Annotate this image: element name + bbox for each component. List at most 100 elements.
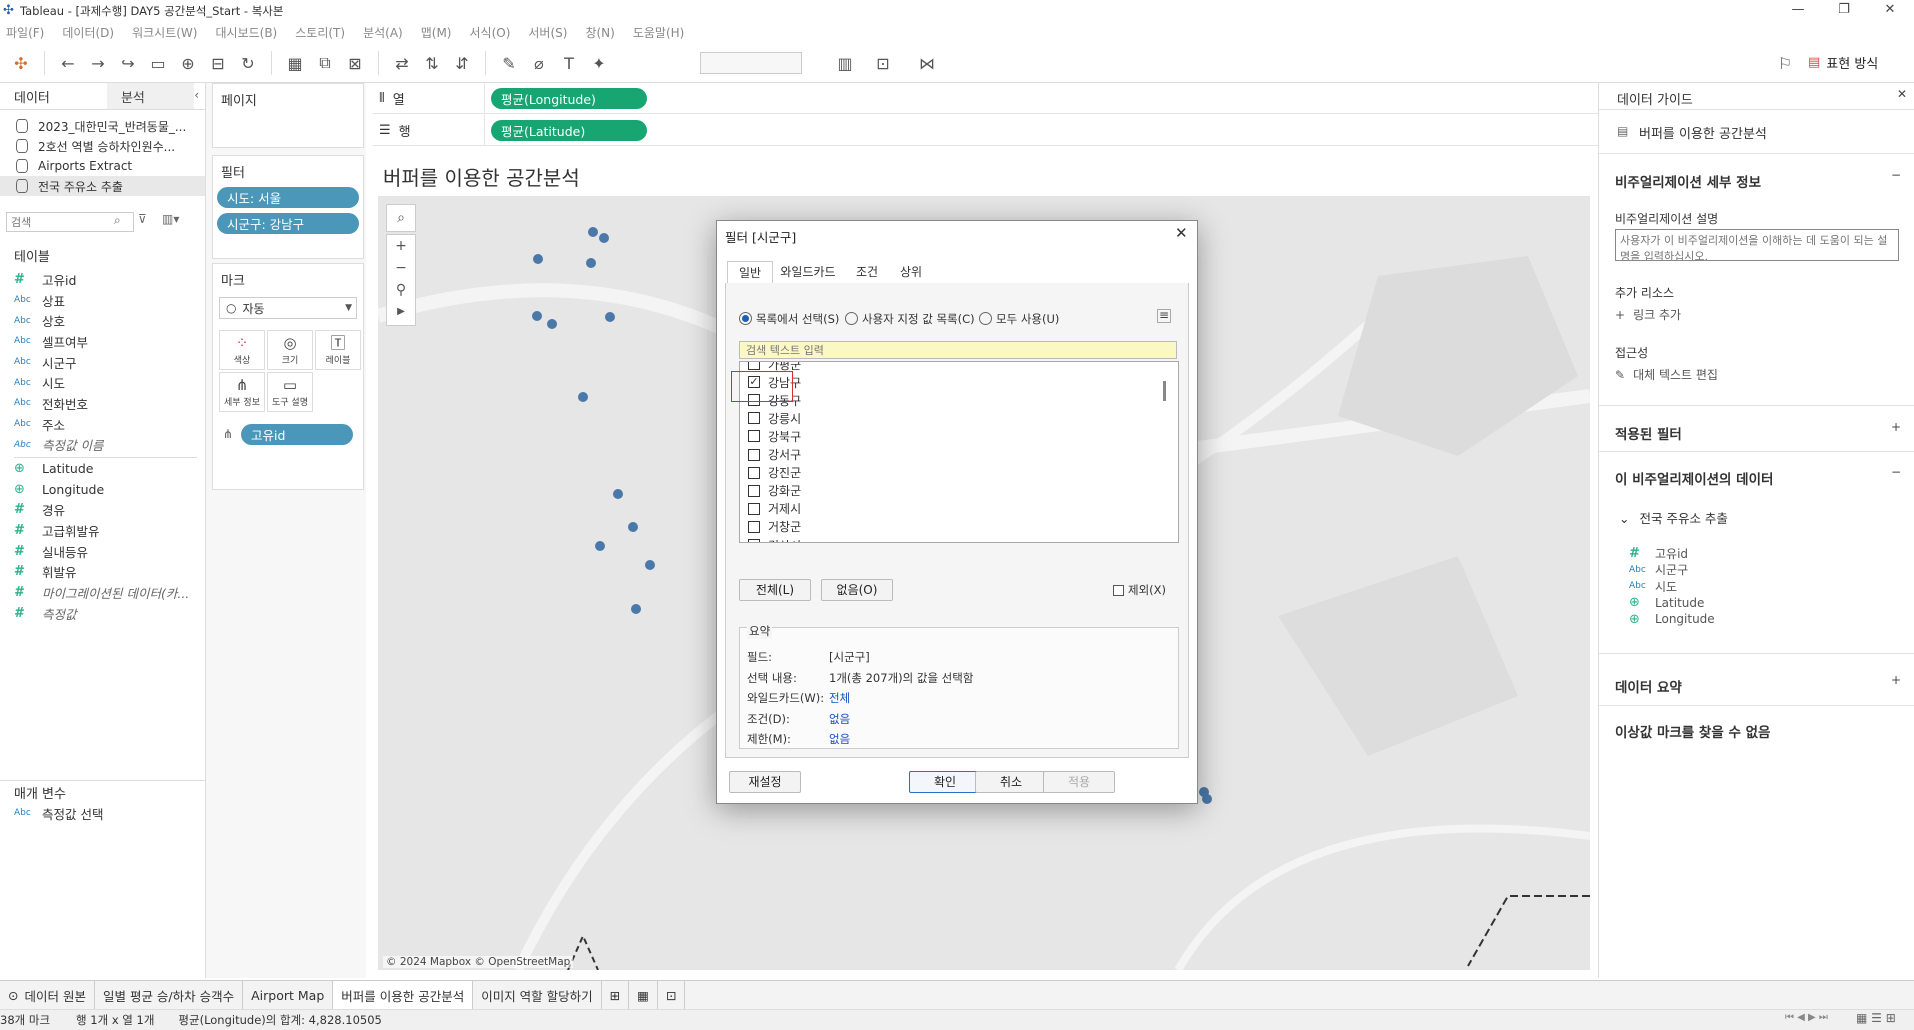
map-point[interactable] [578, 392, 588, 402]
value-list-item[interactable]: 경산시 [748, 536, 801, 542]
map-point[interactable] [628, 522, 638, 532]
radio-custom[interactable]: 사용자 지정 값 목록(C) [845, 311, 975, 327]
filter-pill-sido[interactable]: 시도: 서울 [217, 187, 359, 208]
reset-button[interactable]: 재설정 [729, 771, 801, 793]
columns-pill[interactable]: 평균(Longitude) [491, 87, 647, 109]
checkbox-unchecked[interactable] [748, 430, 760, 443]
expand-toolbar-icon[interactable]: ▶ [387, 301, 415, 323]
datasource-item[interactable]: 2023_대한민국_반려동물_... [0, 116, 205, 136]
swap-rows-cols-icon[interactable]: ⇄ [389, 50, 415, 76]
sheet-nav-icons[interactable]: ⏮ ◀ ▶ ⏭ [1785, 1012, 1828, 1023]
field-item[interactable]: # 실내등유 [0, 541, 205, 562]
value-list-item[interactable]: 강릉시 [748, 409, 801, 427]
tab-analysis[interactable]: 분석 [106, 83, 195, 109]
map-point[interactable] [586, 258, 596, 268]
checkbox-unchecked[interactable] [748, 466, 760, 479]
checkbox-unchecked[interactable] [748, 484, 760, 497]
sheet-view-icons[interactable]: ▦ ☰ ⊞ [1856, 1011, 1896, 1025]
datasource-item[interactable]: Airports Extract [0, 156, 205, 176]
tab-wildcard[interactable]: 와일드카드 [775, 261, 841, 283]
filter-fields-icon[interactable]: ⊽ [138, 212, 147, 226]
field-item[interactable]: ⊕ Latitude [0, 458, 205, 479]
rows-pill[interactable]: 평균(Latitude) [491, 119, 647, 141]
checkbox-unchecked[interactable] [748, 448, 760, 461]
summary-link[interactable]: 없음 [829, 711, 850, 727]
description-textarea[interactable] [1615, 229, 1899, 261]
field-item[interactable]: Abc 주소 [0, 414, 205, 435]
duplicate-sheet-icon[interactable]: ⧉ [312, 50, 338, 76]
menu-map[interactable]: 맵(M) [421, 24, 452, 41]
datasource-item-selected[interactable]: 전국 주유소 추출 [0, 176, 205, 196]
field-item[interactable]: Abc 측정값 이름 [0, 435, 205, 456]
refresh-icon[interactable]: ↻ [235, 50, 261, 76]
value-list-item[interactable]: 거제시 [748, 500, 801, 518]
field-item[interactable]: # 휘발유 [0, 562, 205, 583]
pin-icon[interactable]: ⚲ [387, 279, 415, 301]
clear-sheet-icon[interactable]: ⊠ [342, 50, 368, 76]
map-point[interactable] [599, 233, 609, 243]
map-point[interactable] [613, 489, 623, 499]
value-list-item[interactable]: 강진군 [748, 464, 801, 482]
field-item[interactable]: Abc 셀프여부 [0, 331, 205, 352]
summary-link[interactable]: 없음 [829, 731, 850, 747]
tooltip-button[interactable]: ▭ 도구 설명 [267, 372, 313, 412]
filter-pill-sigungu[interactable]: 시군구: 강남구 [217, 213, 359, 234]
map-point[interactable] [588, 227, 598, 237]
list-options-icon[interactable]: ≡ [1157, 309, 1171, 323]
new-datasource-icon[interactable]: ⊕ [175, 50, 201, 76]
menu-analysis[interactable]: 분석(A) [363, 24, 403, 41]
guide-datasource[interactable]: ⌄ 전국 주유소 추출 [1619, 508, 1728, 527]
map-point[interactable] [533, 254, 543, 264]
show-cards-icon[interactable]: ▥ [832, 50, 858, 76]
collapse-pane-icon[interactable]: ‹ [194, 83, 199, 109]
radio-all[interactable]: 모두 사용(U) [979, 311, 1059, 327]
field-item[interactable]: # 마이그레이션된 데이터(카... [0, 582, 205, 603]
group-icon[interactable]: ⌀ [526, 50, 552, 76]
tab-sheet-avg-passengers[interactable]: 일별 평균 승/하차 승객수 [95, 981, 244, 1009]
minimize-icon[interactable]: — [1778, 1, 1818, 21]
show-me-button[interactable]: ▤ 표현 방식 [1808, 53, 1878, 72]
menu-worksheet[interactable]: 워크시트(W) [132, 24, 197, 41]
exclude-checkbox[interactable]: 제외(X) [1113, 582, 1166, 598]
tab-data[interactable]: 데이터 [0, 83, 107, 109]
new-worksheet-icon[interactable]: ▦ [282, 50, 308, 76]
fit-select[interactable] [700, 52, 802, 74]
field-item[interactable]: Abc 상표 [0, 290, 205, 311]
filters-card[interactable]: 필터 시도: 서울 시군구: 강남구 [212, 155, 364, 259]
list-scrollbar[interactable] [1163, 381, 1166, 401]
tab-condition[interactable]: 조건 [847, 261, 887, 283]
field-item[interactable]: Abc 전화번호 [0, 393, 205, 414]
datasource-item[interactable]: 2호선 역별 승하차인원수... [0, 136, 205, 156]
param-field[interactable]: Abc 측정값 선택 [0, 803, 204, 824]
checkbox-unchecked[interactable] [748, 362, 760, 370]
map-point[interactable] [631, 604, 641, 614]
menu-help[interactable]: 도움말(H) [633, 24, 685, 41]
checkbox-unchecked[interactable] [748, 502, 760, 515]
redo-icon[interactable]: → [85, 50, 111, 76]
menu-story[interactable]: 스토리(T) [295, 24, 345, 41]
value-list-item[interactable]: 거창군 [748, 518, 801, 536]
value-list-item[interactable]: 강북구 [748, 427, 801, 445]
maximize-icon[interactable]: ❐ [1824, 1, 1864, 21]
presentation-mode-icon[interactable]: ⊡ [870, 50, 896, 76]
tab-sheet-buffer-analysis[interactable]: 버퍼를 이용한 공간분석 [333, 981, 474, 1009]
dialog-search-input[interactable] [739, 341, 1177, 359]
checkbox-unchecked[interactable] [748, 539, 760, 542]
select-all-button[interactable]: 전체(L) [739, 579, 811, 601]
color-button[interactable]: ⁘ 색상 [219, 330, 265, 370]
data-guide-icon[interactable]: ⚐ [1772, 50, 1798, 76]
tab-datasource[interactable]: ⊙ 데이터 원본 [0, 981, 95, 1009]
menu-data[interactable]: 데이터(D) [62, 24, 114, 41]
field-item[interactable]: Abc 시도 [0, 372, 205, 393]
sort-ascending-icon[interactable]: ⇅ [419, 50, 445, 76]
mark-type-select[interactable]: ○ 자동 ▼ [219, 297, 357, 319]
tab-general[interactable]: 일반 [727, 261, 773, 285]
zoom-out-icon[interactable]: − [387, 257, 415, 279]
field-item[interactable]: Abc 시군구 [0, 352, 205, 373]
field-item[interactable]: Abc 상호 [0, 310, 205, 331]
menu-file[interactable]: 파일(F) [6, 24, 44, 41]
tab-top[interactable]: 상위 [891, 261, 931, 283]
undo-icon[interactable]: ← [55, 50, 81, 76]
new-worksheet-tab-icon[interactable]: ⊞ [602, 981, 630, 1009]
tab-sheet-image-role[interactable]: 이미지 역할 할당하기 [473, 981, 602, 1009]
